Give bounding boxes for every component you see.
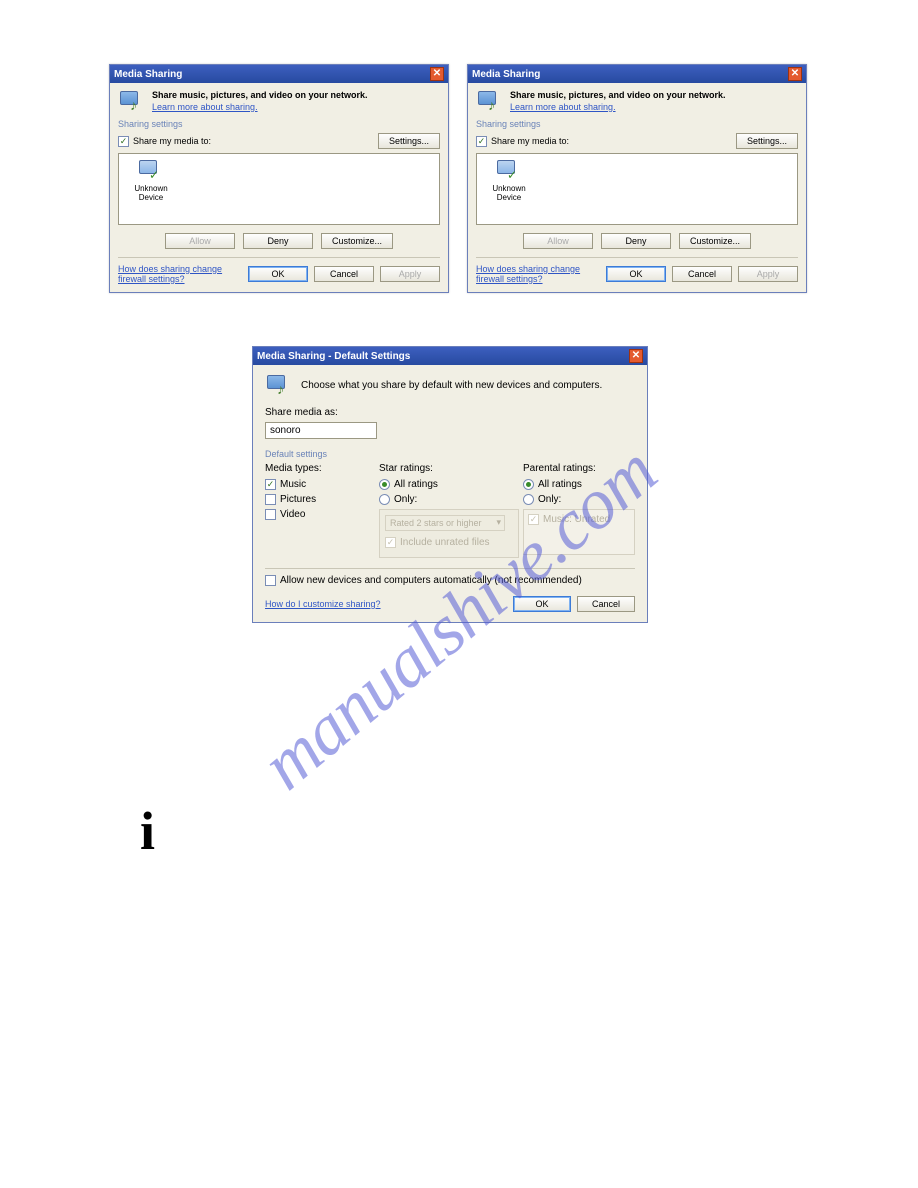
- share-as-input[interactable]: [265, 422, 377, 439]
- media-sharing-icon: ♪: [476, 89, 504, 113]
- music-checkbox[interactable]: ✓Music: [265, 479, 375, 490]
- firewall-link[interactable]: How does sharing change firewall setting…: [476, 264, 606, 284]
- device-item[interactable]: ✓ Unknown Device: [481, 158, 537, 202]
- media-sharing-icon: ♪: [265, 373, 293, 397]
- media-sharing-icon: ♪: [118, 89, 146, 113]
- dialog-title: Media Sharing: [114, 69, 182, 80]
- allow-button: Allow: [523, 233, 593, 249]
- dialog-title: Media Sharing: [472, 69, 540, 80]
- apply-button: Apply: [380, 266, 440, 282]
- section-label: Sharing settings: [118, 119, 440, 129]
- ok-button[interactable]: OK: [606, 266, 666, 282]
- dialog-description: Share music, pictures, and video on your…: [510, 89, 726, 101]
- video-checkbox[interactable]: Video: [265, 509, 375, 520]
- media-sharing-dialog-right: Media Sharing ✕ ♪ Share music, pictures,…: [467, 64, 807, 293]
- dialog-intro: Choose what you share by default with ne…: [301, 380, 602, 391]
- dialog-description: Share music, pictures, and video on your…: [152, 89, 368, 101]
- titlebar: Media Sharing ✕: [468, 65, 806, 83]
- device-label: Unknown Device: [481, 184, 537, 202]
- dialog-title: Media Sharing - Default Settings: [257, 351, 410, 362]
- device-item[interactable]: ✓ Unknown Device: [123, 158, 179, 202]
- share-as-label: Share media as:: [265, 407, 635, 418]
- device-list[interactable]: ✓ Unknown Device: [118, 153, 440, 225]
- all-ratings-radio[interactable]: All ratings: [379, 479, 519, 490]
- settings-button[interactable]: Settings...: [736, 133, 798, 149]
- close-icon[interactable]: ✕: [788, 67, 802, 81]
- pictures-checkbox[interactable]: Pictures: [265, 494, 375, 505]
- customize-button[interactable]: Customize...: [679, 233, 751, 249]
- info-icon: i: [140, 800, 155, 862]
- device-label: Unknown Device: [123, 184, 179, 202]
- share-media-checkbox[interactable]: ✓ Share my media to:: [118, 136, 211, 147]
- device-icon: ✓: [495, 158, 523, 182]
- firewall-link[interactable]: How does sharing change firewall setting…: [118, 264, 248, 284]
- ok-button[interactable]: OK: [248, 266, 308, 282]
- customize-sharing-link[interactable]: How do I customize sharing?: [265, 599, 381, 609]
- only-radio[interactable]: Only:: [379, 494, 519, 505]
- deny-button[interactable]: Deny: [243, 233, 313, 249]
- cancel-button[interactable]: Cancel: [577, 596, 635, 612]
- deny-button[interactable]: Deny: [601, 233, 671, 249]
- titlebar: Media Sharing ✕: [110, 65, 448, 83]
- learn-more-link[interactable]: Learn more about sharing.: [152, 102, 258, 112]
- titlebar: Media Sharing - Default Settings ✕: [253, 347, 647, 365]
- settings-button[interactable]: Settings...: [378, 133, 440, 149]
- device-icon: ✓: [137, 158, 165, 182]
- learn-more-link[interactable]: Learn more about sharing.: [510, 102, 616, 112]
- media-sharing-dialog-left: Media Sharing ✕ ♪ Share music, pictures,…: [109, 64, 449, 293]
- apply-button: Apply: [738, 266, 798, 282]
- close-icon[interactable]: ✕: [430, 67, 444, 81]
- include-unrated-label: Include unrated files: [400, 537, 490, 548]
- share-media-checkbox[interactable]: ✓ Share my media to:: [476, 136, 569, 147]
- section-label: Sharing settings: [476, 119, 798, 129]
- device-list[interactable]: ✓ Unknown Device: [476, 153, 798, 225]
- cancel-button[interactable]: Cancel: [314, 266, 374, 282]
- rating-combo: Rated 2 stars or higher: [385, 515, 505, 531]
- cancel-button[interactable]: Cancel: [672, 266, 732, 282]
- default-settings-label: Default settings: [265, 449, 635, 459]
- close-icon[interactable]: ✕: [629, 349, 643, 363]
- star-ratings-label: Star ratings:: [379, 463, 519, 474]
- media-types-label: Media types:: [265, 463, 375, 474]
- allow-button: Allow: [165, 233, 235, 249]
- customize-button[interactable]: Customize...: [321, 233, 393, 249]
